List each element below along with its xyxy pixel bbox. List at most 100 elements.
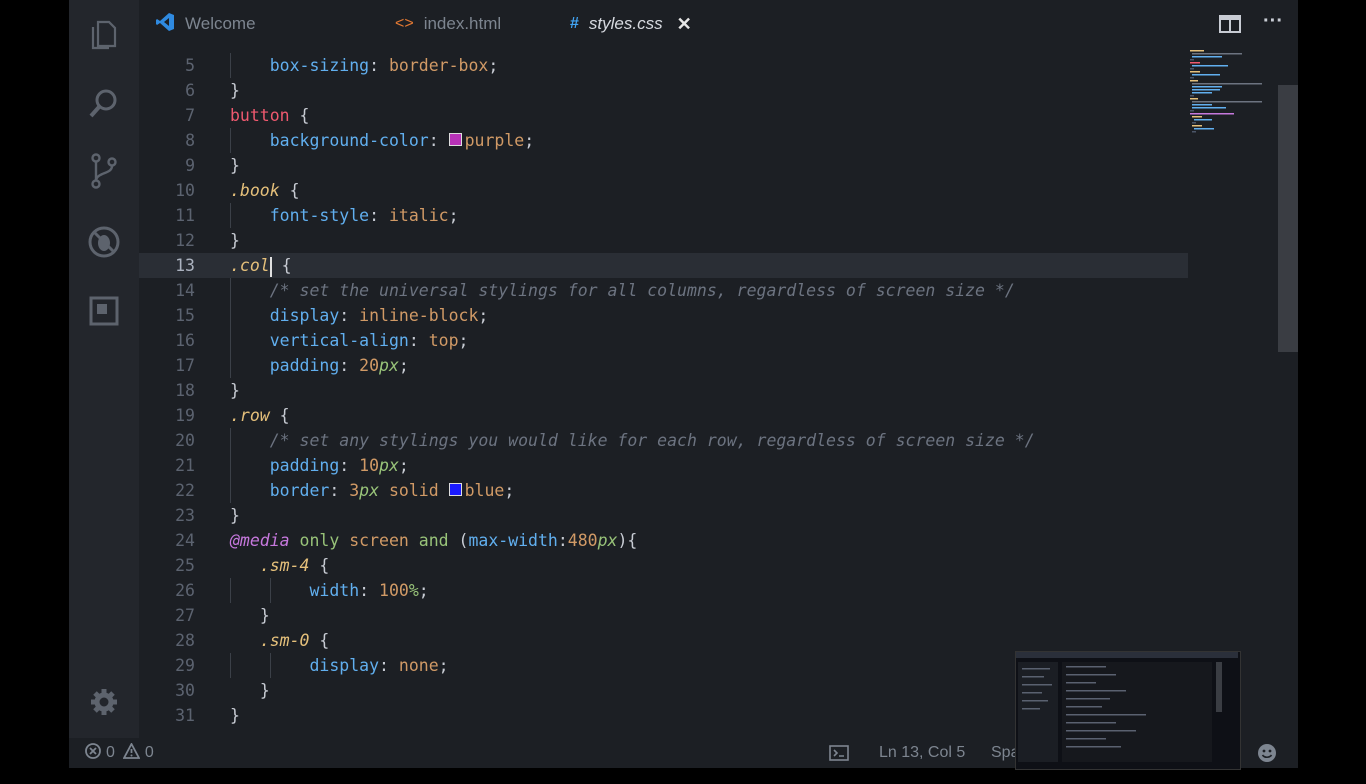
- line-code: /* set any stylings you would like for e…: [230, 428, 1035, 453]
- line-code: .row {: [230, 403, 290, 428]
- line-number: 9: [185, 156, 195, 175]
- code-token: 100: [379, 581, 409, 600]
- line-code: .sm-0 {: [230, 628, 330, 653]
- terminal-icon[interactable]: [829, 738, 849, 768]
- line-number: 27: [175, 606, 195, 625]
- line-code: .col {: [230, 253, 292, 278]
- line-number: 30: [175, 681, 195, 700]
- line-number: 5: [185, 56, 195, 75]
- code-token: }: [230, 81, 240, 100]
- close-icon[interactable]: ✕: [677, 14, 692, 35]
- code-line[interactable]: 15 display: inline-block;: [139, 303, 1188, 328]
- code-line[interactable]: 10 .book {: [139, 178, 1188, 203]
- line-number: 10: [175, 181, 195, 200]
- code-token: {: [271, 256, 292, 275]
- cursor-position[interactable]: Ln 13, Col 5: [879, 738, 965, 768]
- problems-indicator[interactable]: 0 0: [85, 738, 154, 768]
- code-line[interactable]: 23}: [139, 503, 1188, 528]
- code-token: blue: [464, 481, 505, 500]
- code-token: button: [230, 106, 290, 125]
- code-token: padding: [269, 356, 340, 375]
- code-token: {: [289, 106, 310, 125]
- code-line[interactable]: 5 box-sizing: border-box;: [139, 53, 1188, 78]
- code-token: width: [309, 581, 360, 600]
- code-token: padding: [269, 456, 340, 475]
- tab-index-html[interactable]: <> index.html: [395, 0, 501, 48]
- line-code: }: [230, 78, 240, 103]
- code-line[interactable]: 28 .sm-0 {: [139, 628, 1188, 653]
- code-token: :: [339, 456, 360, 475]
- code-line[interactable]: 14 /* set the universal stylings for all…: [139, 278, 1188, 303]
- line-code: border: 3px solid blue;: [230, 478, 515, 503]
- code-line[interactable]: 18}: [139, 378, 1188, 403]
- code-token: :: [557, 531, 568, 550]
- color-swatch[interactable]: [448, 483, 462, 496]
- code-line[interactable]: 13 .col {: [139, 253, 1188, 278]
- code-line[interactable]: 11 font-style: italic;: [139, 203, 1188, 228]
- vertical-scrollbar[interactable]: [1278, 85, 1298, 352]
- color-swatch[interactable]: [448, 133, 462, 146]
- code-line[interactable]: 16 vertical-align: top;: [139, 328, 1188, 353]
- code-line[interactable]: 20 /* set any stylings you would like fo…: [139, 428, 1188, 453]
- code-line[interactable]: 21 padding: 10px;: [139, 453, 1188, 478]
- line-code: /* set the universal stylings for all co…: [230, 278, 1015, 303]
- code-token: solid: [379, 481, 449, 500]
- line-code: }: [230, 703, 240, 728]
- code-token: .row: [230, 406, 270, 425]
- split-editor-icon[interactable]: [1219, 15, 1241, 38]
- settings-icon[interactable]: [86, 684, 122, 720]
- code-token: inline-block: [359, 306, 479, 325]
- line-code: vertical-align: top;: [230, 328, 469, 353]
- debug-icon[interactable]: [86, 224, 122, 260]
- code-line[interactable]: 8 background-color: purple;: [139, 128, 1188, 153]
- search-icon[interactable]: [86, 85, 122, 121]
- extensions-icon[interactable]: [86, 293, 122, 329]
- tab-label: index.html: [423, 14, 502, 33]
- line-number: 31: [175, 706, 195, 725]
- code-line[interactable]: 12}: [139, 228, 1188, 253]
- code-editor[interactable]: 5 box-sizing: border-box; 6} 7 button {8 ba…: [139, 48, 1188, 738]
- minimap[interactable]: [1188, 48, 1278, 738]
- line-number: 25: [175, 556, 195, 575]
- code-line[interactable]: 6}: [139, 78, 1188, 103]
- code-line[interactable]: 25 .sm-4 {: [139, 553, 1188, 578]
- tab-styles-css[interactable]: # styles.css ✕: [570, 0, 692, 48]
- code-line[interactable]: 19 .row {: [139, 403, 1188, 428]
- line-code: }: [230, 378, 240, 403]
- feedback-smiley-icon[interactable]: [1257, 738, 1277, 768]
- code-token: /* set any stylings you would like for e…: [269, 431, 1035, 450]
- code-token: italic: [388, 206, 449, 225]
- files-icon[interactable]: [86, 17, 122, 53]
- code-line[interactable]: 24 @media only screen and (max-width:480p…: [139, 528, 1188, 553]
- line-code: button {: [230, 103, 309, 128]
- tab-welcome[interactable]: Welcome: [155, 0, 256, 48]
- more-actions-icon[interactable]: ···: [1263, 10, 1283, 33]
- code-token: :: [369, 56, 389, 75]
- code-token: max-width: [468, 531, 558, 550]
- code-token: :: [329, 481, 350, 500]
- line-code: display: none;: [230, 653, 448, 678]
- line-number: 24: [175, 531, 195, 550]
- line-number: 23: [175, 506, 195, 525]
- code-token: display: [269, 306, 340, 325]
- code-line[interactable]: 9}: [139, 153, 1188, 178]
- code-line[interactable]: 7 button {: [139, 103, 1188, 128]
- code-token: :: [339, 356, 360, 375]
- code-token: ;: [398, 456, 409, 475]
- vscode-logo-icon: [155, 12, 175, 37]
- code-token: px: [379, 456, 399, 475]
- code-token: %: [408, 581, 419, 600]
- code-line[interactable]: 22 border: 3px solid blue;: [139, 478, 1188, 503]
- line-number: 7: [185, 106, 195, 125]
- line-code: }: [230, 603, 270, 628]
- code-token: 10: [359, 456, 380, 475]
- code-line[interactable]: 27 }: [139, 603, 1188, 628]
- line-number: 11: [175, 206, 195, 225]
- source-control-icon[interactable]: [86, 153, 122, 189]
- code-token: none: [398, 656, 439, 675]
- code-token: :: [428, 131, 449, 150]
- code-line[interactable]: 26 width: 100%;: [139, 578, 1188, 603]
- code-line[interactable]: 17 padding: 20px;: [139, 353, 1188, 378]
- line-code: .sm-4 {: [230, 553, 330, 578]
- tab-label: Welcome: [185, 14, 256, 33]
